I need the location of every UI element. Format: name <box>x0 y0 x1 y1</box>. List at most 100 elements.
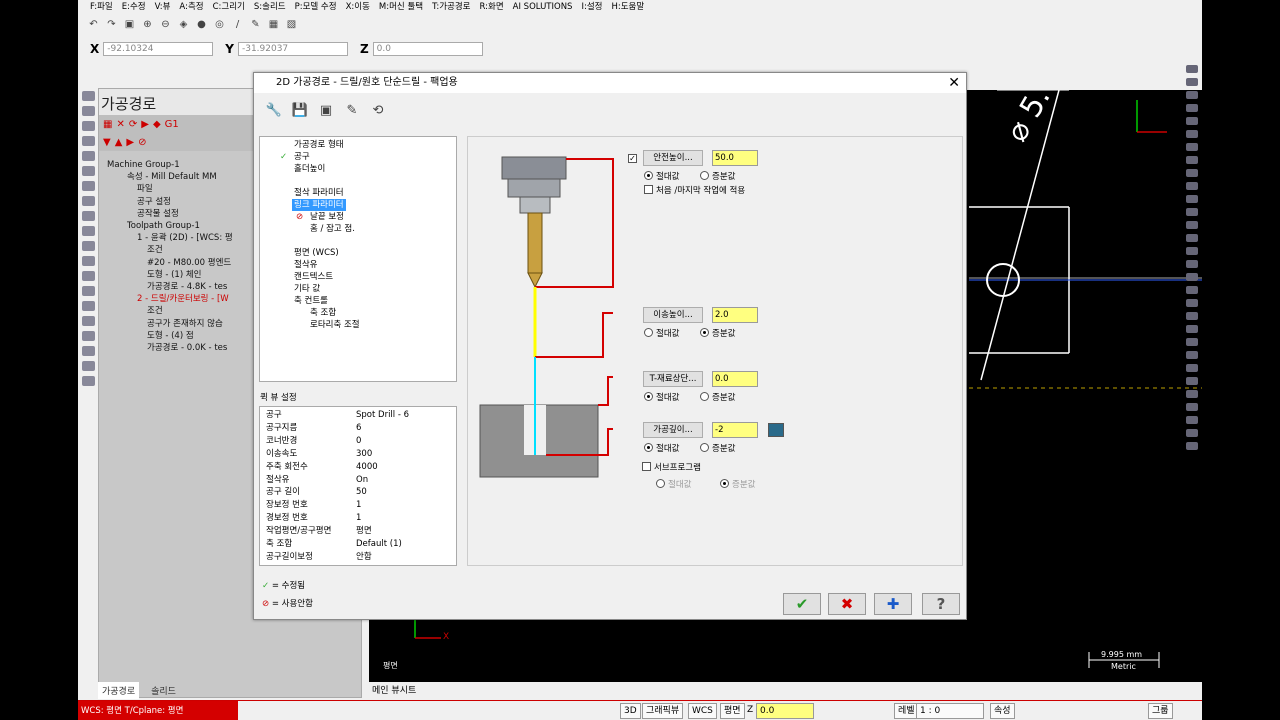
move-up-icon[interactable]: ▲ <box>115 137 123 148</box>
clearance-inc-radio[interactable]: 증분값 <box>700 170 735 182</box>
clearance-input[interactable]: 50.0 <box>712 150 758 166</box>
tool-icon[interactable] <box>81 91 95 101</box>
tool-icon[interactable] <box>81 286 95 296</box>
tool-icon[interactable] <box>1186 325 1198 333</box>
menu-item[interactable]: T:가공경로 <box>432 0 470 14</box>
reset-icon[interactable]: ⟲ <box>368 100 388 120</box>
z-depth-input[interactable]: 0.0 <box>756 703 814 719</box>
tree-item[interactable]: 가공경로 - 0.0K - tes <box>107 342 233 354</box>
tool-icon[interactable] <box>1186 429 1198 437</box>
shade-icon[interactable]: ● <box>194 17 209 32</box>
nav-axis-combo[interactable]: 축 조합 <box>310 307 336 319</box>
tab-toolpaths[interactable]: 가공경로 <box>98 682 140 699</box>
retract-inc-radio[interactable]: 증분값 <box>700 327 735 339</box>
tool-icon[interactable] <box>1186 234 1198 242</box>
top-abs-radio[interactable]: 절대값 <box>644 391 679 403</box>
wire-icon[interactable]: ◎ <box>212 17 227 32</box>
depth-abs-radio[interactable]: 절대값 <box>644 442 679 454</box>
verify-icon[interactable]: ◆ <box>153 119 161 130</box>
nav-holder[interactable]: 홀더높이 <box>294 163 325 175</box>
tool-icon[interactable] <box>1186 117 1198 125</box>
tree-item[interactable]: Toolpath Group-1 <box>107 220 233 232</box>
3d-button[interactable]: 3D <box>620 703 641 719</box>
x-coord-input[interactable]: -92.10324 <box>103 41 214 56</box>
tree-item[interactable]: 파일 <box>107 183 233 195</box>
redo-icon[interactable]: ↷ <box>104 17 119 32</box>
viewsheet-tab[interactable]: 메인 뷰시트 <box>369 684 489 699</box>
menu-item[interactable]: E:수정 <box>122 0 146 14</box>
tree-item[interactable]: 가공경로 - 4.8K - tes <box>107 281 233 293</box>
tool-icon[interactable] <box>1186 416 1198 424</box>
help-button[interactable]: ? <box>922 593 960 615</box>
tool-icon[interactable] <box>1186 91 1198 99</box>
tab-solids[interactable]: 솔리드 <box>147 682 180 699</box>
tree-item[interactable]: 조건 <box>107 305 233 317</box>
view-icon[interactable]: ◈ <box>176 17 191 32</box>
regen-icon[interactable]: ⟳ <box>129 119 137 130</box>
group-button[interactable]: 그룹 <box>1148 703 1173 719</box>
nav-coolant[interactable]: 절삭유 <box>294 259 317 271</box>
zoom-icon[interactable]: ⊕ <box>140 17 155 32</box>
tree-item[interactable]: 도형 - (1) 체인 <box>107 269 233 281</box>
tool-icon[interactable] <box>81 226 95 236</box>
tool-icon[interactable] <box>1186 143 1198 151</box>
tool-icon[interactable] <box>81 136 95 146</box>
tool-icon[interactable] <box>1186 130 1198 138</box>
nav-link-params[interactable]: 링크 파라미터 <box>292 199 346 212</box>
subprogram-checkbox[interactable]: 서브프로그램 <box>642 461 701 473</box>
y-coord-input[interactable]: -31.92037 <box>237 41 348 56</box>
tree-item[interactable]: 공구 설정 <box>107 196 233 208</box>
menu-item[interactable]: I:설정 <box>581 0 602 14</box>
depth-input[interactable]: -2 <box>712 422 758 438</box>
plane-button[interactable]: 평면 <box>720 703 745 719</box>
tree-item[interactable]: 1 - 윤곽 (2D) - [WCS: 평 <box>107 232 233 244</box>
tool-icon[interactable] <box>81 331 95 341</box>
nav-planes[interactable]: 평면 (WCS) <box>294 247 339 259</box>
retract-input[interactable]: 2.0 <box>712 307 758 323</box>
nav-misc-values[interactable]: 기타 값 <box>294 283 320 295</box>
move-down-icon[interactable]: ▼ <box>103 137 111 148</box>
tool-icon[interactable] <box>81 121 95 131</box>
top-of-stock-input[interactable]: 0.0 <box>712 371 758 387</box>
depth-calculator-icon[interactable] <box>768 423 784 437</box>
nav-home-ref[interactable]: 홈 / 잠고 점. <box>310 223 355 235</box>
tool-icon[interactable] <box>81 211 95 221</box>
menu-item[interactable]: S:솔리드 <box>254 0 286 14</box>
tool-icon[interactable] <box>1186 390 1198 398</box>
menu-item[interactable]: H:도움말 <box>611 0 644 14</box>
save-as-icon[interactable]: ▣ <box>316 100 336 120</box>
top-of-stock-button[interactable]: T-재료상단... <box>643 371 703 387</box>
attributes-button[interactable]: 속성 <box>990 703 1015 719</box>
menu-item[interactable]: C:그리기 <box>213 0 245 14</box>
undo-icon[interactable]: ↶ <box>86 17 101 32</box>
top-inc-radio[interactable]: 증분값 <box>700 391 735 403</box>
tool-icon[interactable] <box>1186 260 1198 268</box>
first-last-checkbox[interactable]: 처음 /마지막 작업에 적용 <box>644 184 745 196</box>
save-icon[interactable]: 💾 <box>290 100 310 120</box>
tree-item[interactable]: 조건 <box>107 244 233 256</box>
edit-icon[interactable]: ✎ <box>342 100 362 120</box>
retract-button[interactable]: 이송높이... <box>643 307 703 323</box>
select-all-icon[interactable]: ▦ <box>103 119 112 130</box>
zoom-out-icon[interactable]: ⊖ <box>158 17 173 32</box>
tool-icon[interactable] <box>81 106 95 116</box>
tool-icon[interactable] <box>81 376 95 386</box>
wcs-button[interactable]: WCS <box>688 703 717 719</box>
insert-icon[interactable]: ▶ <box>126 137 134 148</box>
tool-icon[interactable] <box>1186 351 1198 359</box>
tool-icon[interactable] <box>1186 169 1198 177</box>
tool-icon[interactable] <box>81 151 95 161</box>
clearance-button[interactable]: 안전높이... <box>643 150 703 166</box>
tool-icon[interactable] <box>81 316 95 326</box>
tool-icon[interactable] <box>1186 273 1198 281</box>
save-icon[interactable]: ▣ <box>122 17 137 32</box>
clearance-abs-radio[interactable]: 절대값 <box>644 170 679 182</box>
tree-item[interactable]: 2 - 드릴/카운터보링 - [W <box>107 293 233 305</box>
tool-icon[interactable] <box>1186 312 1198 320</box>
grid-icon[interactable]: ▦ <box>266 17 281 32</box>
tool-icon[interactable] <box>81 271 95 281</box>
tree-item[interactable]: Machine Group-1 <box>107 159 233 171</box>
ok-button[interactable]: ✔ <box>783 593 821 615</box>
tool-icon[interactable] <box>1186 78 1198 86</box>
tree-item[interactable]: 공작물 설정 <box>107 208 233 220</box>
